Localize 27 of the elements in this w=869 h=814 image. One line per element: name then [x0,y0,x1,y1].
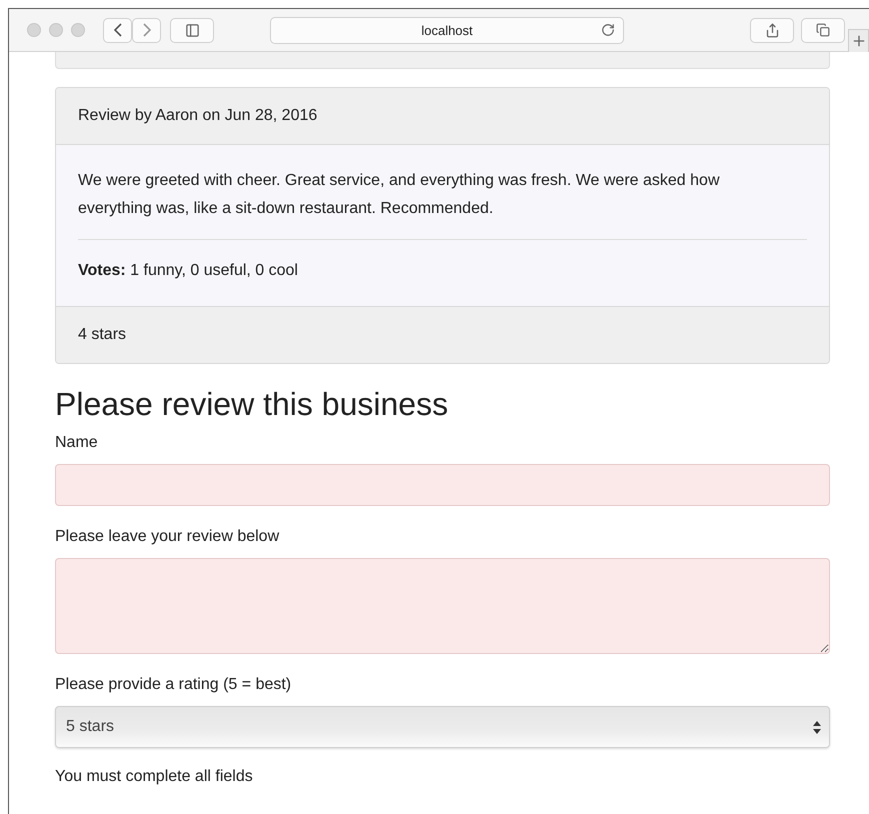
address-text: localhost [421,22,473,38]
address-bar[interactable]: localhost [270,16,624,44]
tabs-icon [816,23,830,37]
review-field[interactable] [55,558,830,654]
tabs-button[interactable] [801,18,845,42]
name-field[interactable] [55,464,830,506]
rating-select[interactable]: 5 stars [55,706,830,748]
reload-icon[interactable] [601,22,615,36]
review-votes: Votes: 1 funny, 0 useful, 0 cool [78,261,299,281]
plus-icon [850,33,866,49]
field-label: Name [55,434,99,452]
sidebar-button[interactable] [170,18,214,42]
dropdown-arrows-icon [813,720,821,734]
sidebar-icon [184,22,200,38]
new-tab-button[interactable] [848,29,869,52]
review-text: We were greeted with cheer. Great service, and everything was fresh. We were asked how everything was, like a sit-down restaurant. Recommended. [78,171,720,219]
field-label: Please provide a rating (5 = best) [55,676,292,694]
field-label: Please leave your review below [55,528,280,546]
chevron-right-icon [142,23,150,37]
validation-message: You must complete all fields [55,768,254,786]
chevron-left-icon [114,23,122,37]
share-icon [764,22,780,38]
review-rating: 4 stars [56,306,829,363]
back-button[interactable] [103,18,132,42]
share-button[interactable] [750,18,794,42]
review-header: Review by Aaron on Jun 28, 2016 [56,88,829,145]
form-title: Please review this business [55,386,450,422]
